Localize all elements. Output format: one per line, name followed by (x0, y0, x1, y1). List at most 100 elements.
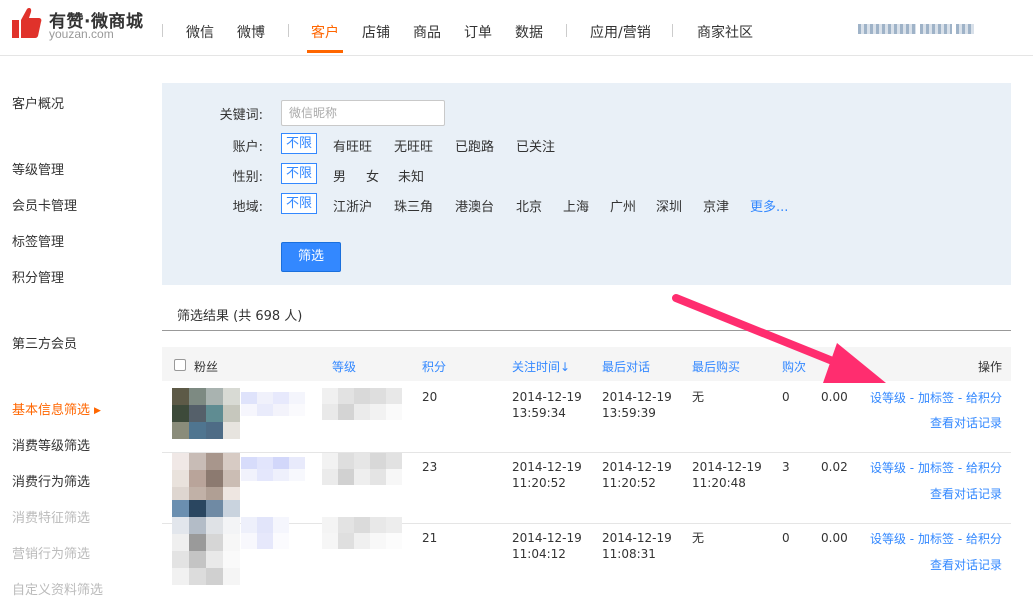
view-chat-link[interactable]: 查看对话记录 (930, 485, 1002, 502)
row-points: 21 (422, 531, 438, 545)
row-purchase-count: 0 (782, 390, 790, 404)
gender-option-any[interactable]: 不限 (281, 163, 318, 184)
column-last-purchase[interactable]: 最后购买 (692, 358, 740, 375)
column-follow-time[interactable]: 关注时间↓ (512, 358, 570, 375)
results-divider (162, 330, 1011, 331)
fan-nickname-blurred (241, 392, 305, 416)
gender-option-male[interactable]: 男 (333, 166, 346, 185)
column-operations: 操作 (978, 360, 1003, 374)
row-divider (162, 523, 1011, 524)
row-follow-time: 2014-12-19 11:20:52 (512, 460, 582, 490)
region-option-shanghai[interactable]: 上海 (563, 196, 589, 215)
region-label: 地域: (232, 200, 263, 215)
sidebar-item-consumption-behavior-filter[interactable]: 消费行为筛选 (12, 471, 90, 490)
nav-separator (162, 24, 163, 37)
select-all-checkbox[interactable] (174, 359, 186, 371)
column-points[interactable]: 积分 (422, 358, 446, 375)
view-chat-link[interactable]: 查看对话记录 (930, 414, 1002, 431)
sidebar-item-level-management[interactable]: 等级管理 (12, 159, 64, 178)
row-last-purchase: 无 (692, 390, 705, 404)
nav-separator (566, 24, 567, 37)
row-amount: 0.02 (821, 460, 848, 474)
row-points: 20 (422, 390, 438, 404)
sidebar-item-consumption-level-filter[interactable]: 消费等级筛选 (12, 435, 90, 454)
gender-label: 性别: (232, 170, 263, 185)
region-option-any[interactable]: 不限 (281, 193, 318, 214)
account-label: 账户: (232, 140, 263, 155)
fan-nickname-blurred (241, 517, 289, 549)
add-tag-link[interactable]: 加标签 (918, 391, 954, 405)
row-last-purchase: 无 (692, 531, 705, 545)
account-option-has-wangwang[interactable]: 有旺旺 (333, 136, 372, 155)
row-actions: 设等级 - 加标签 - 给积分 (869, 391, 1002, 405)
row-amount: 0.00 (821, 390, 848, 404)
filter-submit-button[interactable]: 筛选 (281, 242, 341, 272)
row-actions: 设等级 - 加标签 - 给积分 (869, 461, 1002, 475)
account-option-any[interactable]: 不限 (281, 133, 318, 154)
region-option-shenzhen[interactable]: 深圳 (656, 196, 682, 215)
column-purchase-count[interactable]: 购次 (782, 358, 806, 375)
give-points-link[interactable]: 给积分 (966, 532, 1002, 546)
column-fans: 粉丝 (194, 360, 219, 374)
view-chat-link[interactable]: 查看对话记录 (930, 556, 1002, 573)
set-level-link[interactable]: 设等级 (870, 391, 906, 405)
nav-weibo[interactable]: 微博 (237, 22, 265, 42)
region-option-jingjin[interactable]: 京津 (703, 196, 729, 215)
set-level-link[interactable]: 设等级 (870, 532, 906, 546)
region-more-link[interactable]: 更多... (750, 196, 788, 215)
nav-weixin[interactable]: 微信 (186, 22, 214, 42)
caret-right-icon: ▶ (94, 406, 101, 416)
give-points-link[interactable]: 给积分 (966, 461, 1002, 475)
gender-option-unknown[interactable]: 未知 (398, 166, 424, 185)
thumbs-up-logo-icon[interactable] (10, 6, 42, 40)
sidebar-item-customer-overview[interactable]: 客户概况 (12, 93, 64, 112)
region-option-hk-macau-tw[interactable]: 港澳台 (455, 196, 494, 215)
gender-option-female[interactable]: 女 (366, 166, 379, 185)
row-last-chat: 2014-12-19 13:59:39 (602, 390, 672, 420)
keyword-input[interactable]: 微信昵称 (281, 100, 445, 126)
column-last-chat[interactable]: 最后对话 (602, 358, 650, 375)
row-actions: 设等级 - 加标签 - 给积分 (869, 532, 1002, 546)
keyword-label: 关键词: (219, 108, 263, 123)
account-option-no-wangwang[interactable]: 无旺旺 (394, 136, 433, 155)
sidebar-item-third-party-members[interactable]: 第三方会员 (12, 333, 77, 352)
fan-level-blurred (322, 388, 402, 420)
sidebar-item-points-management[interactable]: 积分管理 (12, 267, 64, 286)
account-option-churned[interactable]: 已跑路 (455, 136, 494, 155)
nav-products[interactable]: 商品 (413, 22, 441, 42)
nav-separator (288, 24, 289, 37)
give-points-link[interactable]: 给积分 (966, 391, 1002, 405)
sidebar-item-tag-management[interactable]: 标签管理 (12, 231, 64, 250)
row-purchase-count: 3 (782, 460, 790, 474)
row-follow-time: 2014-12-19 13:59:34 (512, 390, 582, 420)
row-last-chat: 2014-12-19 11:08:31 (602, 531, 672, 561)
nav-store[interactable]: 店铺 (362, 22, 390, 42)
fan-level-blurred (322, 517, 402, 549)
row-last-chat: 2014-12-19 11:20:52 (602, 460, 672, 490)
add-tag-link[interactable]: 加标签 (918, 532, 954, 546)
row-last-purchase: 2014-12-19 11:20:48 (692, 460, 762, 490)
fan-avatar-blurred[interactable] (172, 453, 240, 504)
fan-avatar-blurred[interactable] (172, 500, 240, 585)
row-purchase-count: 0 (782, 531, 790, 545)
sidebar-item-label: 基本信息筛选 (12, 403, 91, 418)
fan-nickname-blurred (241, 457, 305, 481)
nav-customers[interactable]: 客户 (311, 22, 339, 42)
set-level-link[interactable]: 设等级 (870, 461, 906, 475)
sidebar-item-basic-info-filter[interactable]: 基本信息筛选 ▶ (12, 399, 101, 418)
nav-apps-marketing[interactable]: 应用/营销 (590, 22, 651, 42)
nav-orders[interactable]: 订单 (464, 22, 492, 42)
row-amount: 0.00 (821, 531, 848, 545)
fan-avatar-blurred[interactable] (172, 388, 240, 439)
region-option-pearl-delta[interactable]: 珠三角 (394, 196, 433, 215)
add-tag-link[interactable]: 加标签 (918, 461, 954, 475)
sidebar-item-member-card[interactable]: 会员卡管理 (12, 195, 77, 214)
account-info-blurred[interactable] (858, 24, 998, 36)
region-option-jiangzhehu[interactable]: 江浙沪 (333, 196, 372, 215)
account-option-followed[interactable]: 已关注 (516, 136, 555, 155)
nav-data[interactable]: 数据 (515, 22, 543, 42)
region-option-beijing[interactable]: 北京 (516, 196, 542, 215)
column-level[interactable]: 等级 (332, 358, 356, 375)
nav-merchant-community[interactable]: 商家社区 (697, 22, 753, 42)
region-option-guangzhou[interactable]: 广州 (610, 196, 636, 215)
